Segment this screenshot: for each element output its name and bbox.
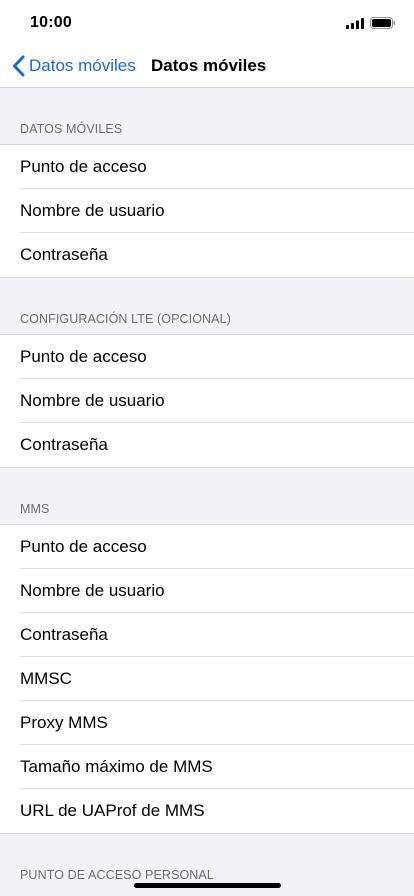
mms-password-field[interactable]: Contraseña <box>20 613 414 657</box>
chevron-left-icon <box>13 55 25 77</box>
home-indicator[interactable] <box>134 883 281 888</box>
mms-username-field[interactable]: Nombre de usuario <box>20 569 414 613</box>
mmsc-field[interactable]: MMSC <box>20 657 414 701</box>
signal-icon <box>346 18 364 29</box>
navigation-bar: Datos móviles Datos móviles <box>0 44 414 88</box>
section-header-datos-moviles: DATOS MÓVILES <box>20 122 123 136</box>
section-header-hotspot: PUNTO DE ACCESO PERSONAL <box>20 868 214 882</box>
lte-username-field[interactable]: Nombre de usuario <box>20 379 414 423</box>
mms-uaprof-url-field[interactable]: URL de UAProf de MMS <box>20 789 414 833</box>
battery-icon <box>370 17 396 29</box>
lte-apn-field[interactable]: Punto de acceso <box>20 335 414 379</box>
back-button[interactable]: Datos móviles <box>12 44 136 88</box>
lte-password-field[interactable]: Contraseña <box>20 423 414 467</box>
group-datos-moviles: Punto de acceso Nombre de usuario Contra… <box>0 144 414 278</box>
group-mms: Punto de acceso Nombre de usuario Contra… <box>0 524 414 834</box>
mms-max-size-field[interactable]: Tamaño máximo de MMS <box>20 745 414 789</box>
status-icons <box>346 17 396 29</box>
section-header-lte: CONFIGURACIÓN LTE (OPCIONAL) <box>20 312 231 326</box>
section-header-mms: MMS <box>20 502 50 516</box>
page-title: Datos móviles <box>151 56 267 75</box>
settings-list: DATOS MÓVILES Punto de acceso Nombre de … <box>0 88 414 890</box>
status-time: 10:00 <box>30 14 72 31</box>
apn-field[interactable]: Punto de acceso <box>20 145 414 189</box>
back-button-label: Datos móviles <box>29 56 136 75</box>
status-bar: 10:00 <box>0 0 414 44</box>
username-field[interactable]: Nombre de usuario <box>20 189 414 233</box>
mms-apn-field[interactable]: Punto de acceso <box>20 525 414 569</box>
password-field[interactable]: Contraseña <box>20 233 414 277</box>
group-lte: Punto de acceso Nombre de usuario Contra… <box>0 334 414 468</box>
mms-proxy-field[interactable]: Proxy MMS <box>20 701 414 745</box>
